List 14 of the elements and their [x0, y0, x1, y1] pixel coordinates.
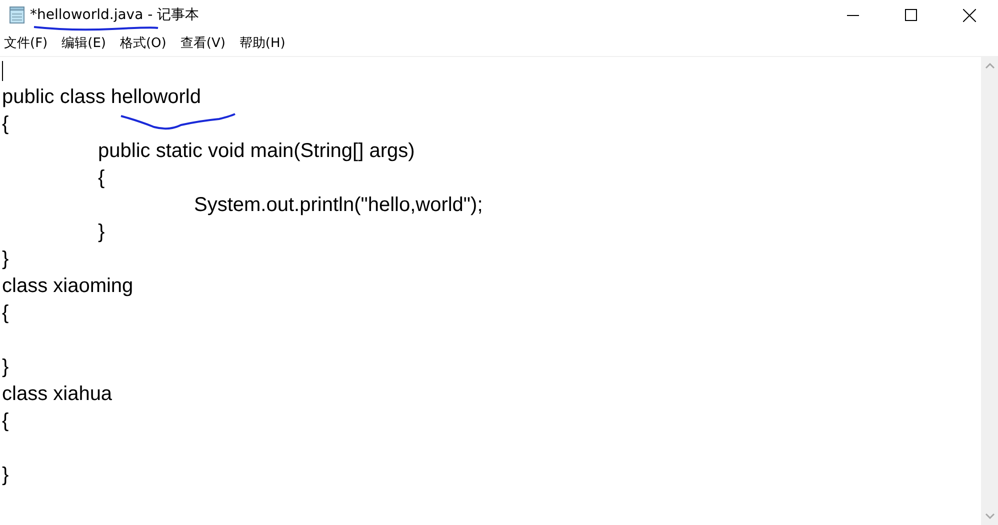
- scroll-down-icon[interactable]: [984, 513, 994, 519]
- menu-item[interactable]: 格式(O): [120, 34, 166, 52]
- editor-text[interactable]: public class helloworld { public static void main(String[] args) { System.out.println("hello,world"); } } class xiaoming { } class xiahua { }: [0, 57, 981, 489]
- menu-item[interactable]: 查看(V): [180, 34, 226, 52]
- maximize-icon: [905, 9, 917, 21]
- menu-item[interactable]: 帮助(H): [239, 34, 286, 52]
- menu-item[interactable]: 文件(F): [4, 34, 48, 52]
- notepad-icon: [8, 6, 26, 24]
- text-cursor: [2, 61, 3, 81]
- menu-item[interactable]: 编辑(E): [62, 34, 106, 52]
- vertical-scrollbar[interactable]: [981, 57, 998, 525]
- scroll-up-icon[interactable]: [984, 63, 994, 69]
- window-title: *helloworld.java - 记事本: [30, 6, 200, 24]
- close-icon: [962, 8, 976, 22]
